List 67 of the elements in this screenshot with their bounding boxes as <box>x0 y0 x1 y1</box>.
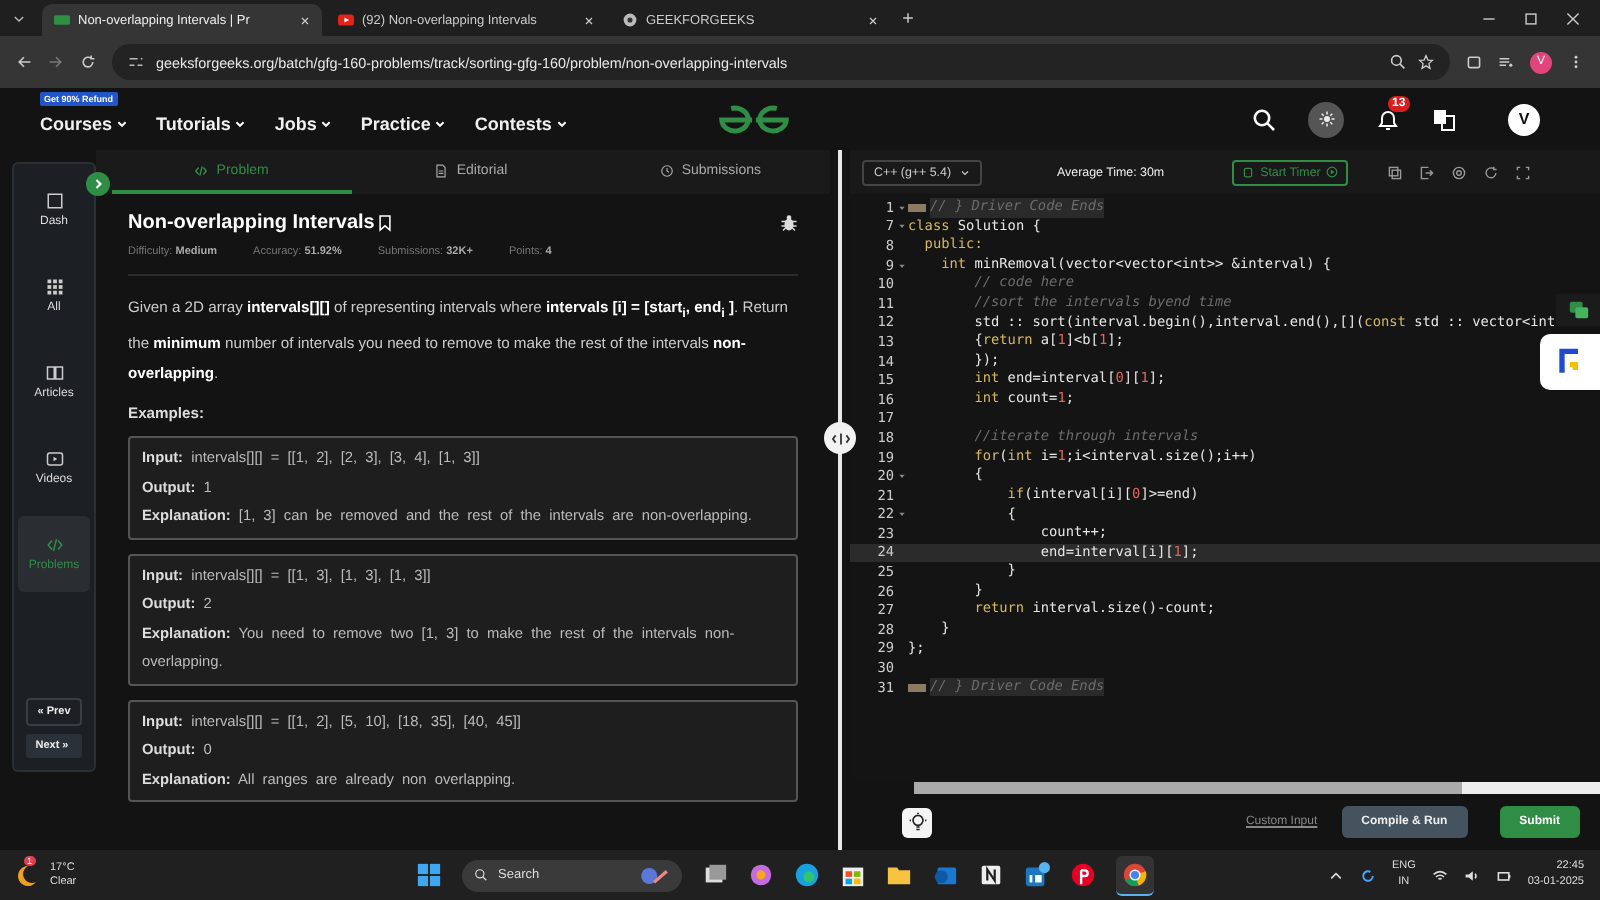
sync-icon[interactable] <box>1359 867 1376 883</box>
reload-icon[interactable] <box>80 54 96 70</box>
nav-menu[interactable]: Contests <box>474 113 568 133</box>
notebook-icon[interactable] <box>978 862 1004 888</box>
extensions-icon[interactable] <box>1466 54 1482 70</box>
zoom-icon[interactable] <box>1390 54 1406 70</box>
video-icon <box>45 450 63 468</box>
dash-icon <box>45 192 63 210</box>
folded-code-marker[interactable] <box>908 683 926 692</box>
book-icon <box>45 364 63 382</box>
document-icon[interactable] <box>434 163 449 177</box>
media-icon[interactable] <box>1498 54 1514 70</box>
bug-icon[interactable] <box>780 213 798 231</box>
task-view-icon[interactable] <box>702 862 728 888</box>
theme-toggle-button[interactable] <box>1308 101 1344 137</box>
speaker-icon[interactable] <box>1463 867 1480 883</box>
forward-icon[interactable] <box>48 54 64 70</box>
problem-title: Non-overlapping Intervals <box>128 211 375 233</box>
chat-button[interactable] <box>1556 294 1600 326</box>
back-icon[interactable] <box>16 54 32 70</box>
copy-icon[interactable] <box>1388 165 1403 179</box>
code-icon <box>45 536 63 554</box>
star-icon[interactable] <box>1418 54 1434 70</box>
nav-menu[interactable]: Jobs <box>274 113 333 133</box>
chat-icon[interactable] <box>1567 299 1589 321</box>
logo-icon[interactable] <box>715 103 792 135</box>
nav-menu[interactable]: Courses <box>40 113 129 133</box>
battery-icon[interactable] <box>1495 867 1512 883</box>
close-icon[interactable] <box>1566 11 1580 25</box>
play-icon[interactable] <box>1326 166 1339 178</box>
maximize-icon[interactable] <box>1524 11 1538 25</box>
search-icon[interactable] <box>1252 107 1276 131</box>
new-tab-icon[interactable] <box>902 12 914 24</box>
code-icon[interactable] <box>194 163 209 177</box>
chrome-icon[interactable] <box>1122 861 1148 887</box>
store-icon[interactable] <box>840 862 866 888</box>
bell-icon[interactable] <box>1376 107 1400 131</box>
resize-arrows-icon[interactable] <box>831 429 849 447</box>
reset-icon[interactable] <box>1484 165 1499 179</box>
nav-menu[interactable]: Tutorials <box>156 113 247 133</box>
nav-menu[interactable]: Practice <box>360 113 447 133</box>
folded-code-marker[interactable] <box>908 203 926 212</box>
chevron-up-icon[interactable] <box>1327 867 1344 883</box>
close-icon[interactable] <box>584 15 594 25</box>
user-avatar[interactable]: V <box>1508 103 1540 135</box>
site-favicon-icon <box>54 12 70 28</box>
sun-icon[interactable] <box>1317 110 1335 128</box>
fold-arrow-icon[interactable] <box>897 203 905 212</box>
folder-icon[interactable] <box>886 862 912 888</box>
export-icon[interactable] <box>1420 165 1435 179</box>
grid-icon <box>45 278 63 296</box>
gear-favicon-icon <box>622 12 638 28</box>
close-icon[interactable] <box>868 15 878 25</box>
bookmark-icon[interactable] <box>378 213 393 231</box>
start-icon[interactable] <box>416 862 442 888</box>
wifi-icon[interactable] <box>1431 867 1448 883</box>
timer-icon[interactable] <box>1242 166 1255 178</box>
clock-icon[interactable] <box>659 163 674 177</box>
video-favicon-icon <box>338 12 354 28</box>
search-icon[interactable] <box>474 868 488 882</box>
close-icon[interactable] <box>300 15 310 25</box>
horizontal-scrollbar[interactable] <box>914 782 1600 794</box>
chevron-down-icon[interactable] <box>12 11 26 25</box>
site-info-icon <box>128 54 144 70</box>
fullscreen-icon[interactable] <box>1516 165 1531 179</box>
widget-button[interactable] <box>1540 334 1600 390</box>
chevron-down-icon[interactable] <box>959 167 970 177</box>
